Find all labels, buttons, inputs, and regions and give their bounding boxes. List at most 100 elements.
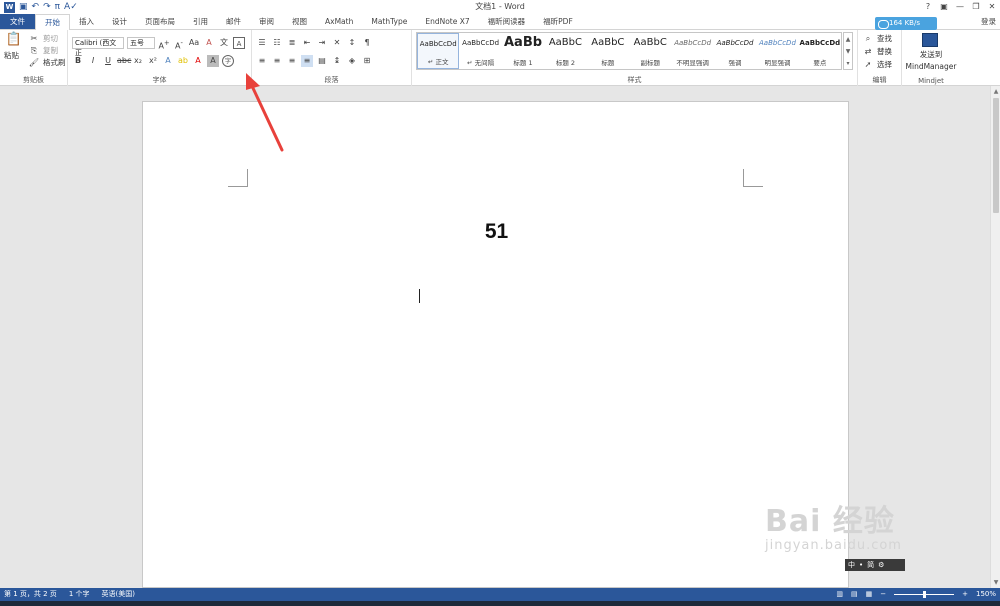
- undo-icon[interactable]: ↶: [32, 0, 40, 14]
- grow-font-icon[interactable]: A+: [158, 37, 170, 51]
- increase-indent-icon[interactable]: ⇥: [316, 37, 328, 49]
- page-count[interactable]: 第 1 页，共 2 页: [4, 588, 57, 601]
- zoom-slider-thumb[interactable]: [922, 591, 926, 598]
- view-zoom-controls: ▥ ▤ ▦ − + 150%: [836, 588, 996, 601]
- ime-settings-icon[interactable]: ⚙: [878, 559, 884, 571]
- tab-view[interactable]: 视图: [283, 14, 316, 29]
- send-to-mindmanager-button[interactable]: 发送到 MindManager: [902, 49, 960, 73]
- font-size-combo[interactable]: 五号: [127, 37, 155, 49]
- paragraph-group: ☰ ☷ ≣ ⇤ ⇥ ✕ ↕ ¶ ≡ ≡ ≡ ≡ ▤ ↨ ◈ ⊞ 段落: [252, 30, 412, 86]
- minimize-button[interactable]: —: [952, 0, 968, 14]
- char-border-icon[interactable]: A: [233, 37, 245, 49]
- distributed-icon[interactable]: ▤: [316, 55, 328, 67]
- bold-icon[interactable]: B: [72, 55, 84, 67]
- cut-icon: ✂: [30, 34, 38, 43]
- font-name-combo[interactable]: Calibri (西文正: [72, 37, 124, 57]
- numbering-icon[interactable]: ☷: [271, 37, 283, 49]
- zoom-level[interactable]: 150%: [976, 588, 996, 601]
- close-button[interactable]: ✕: [984, 0, 1000, 14]
- mindmanager-icon[interactable]: [922, 33, 938, 47]
- replace-button[interactable]: 替换: [877, 46, 892, 58]
- ime-mode[interactable]: 中: [848, 559, 855, 571]
- strikethrough-icon[interactable]: abc: [117, 55, 131, 67]
- tab-references[interactable]: 引用: [184, 14, 217, 29]
- phonetic-guide-icon[interactable]: 文: [218, 37, 230, 49]
- subscript-icon[interactable]: x₂: [132, 55, 144, 67]
- zoom-out-icon[interactable]: −: [880, 588, 886, 601]
- read-mode-icon[interactable]: ▥: [836, 588, 843, 601]
- align-left-icon[interactable]: ≡: [256, 55, 268, 67]
- tab-file[interactable]: 文件: [0, 14, 35, 29]
- tab-insert[interactable]: 插入: [70, 14, 103, 29]
- vertical-scrollbar[interactable]: ▲ ▼: [990, 86, 1000, 588]
- send-line-2: MindManager: [905, 62, 957, 71]
- restore-button[interactable]: ❐: [968, 0, 984, 14]
- help-button[interactable]: ?: [920, 0, 936, 14]
- highlight-icon[interactable]: ab: [177, 55, 189, 67]
- ime-toolbar[interactable]: 中 • 简 ⚙: [845, 559, 905, 571]
- web-layout-icon[interactable]: ▦: [866, 588, 873, 601]
- scroll-down-icon[interactable]: ▼: [991, 579, 1000, 586]
- find-icon: ⌕: [865, 34, 871, 43]
- cut-button[interactable]: 剪切: [43, 33, 58, 45]
- superscript-icon[interactable]: x²: [147, 55, 159, 67]
- change-case-icon[interactable]: Aa: [188, 37, 200, 49]
- paste-icon[interactable]: 📋: [6, 33, 22, 50]
- tab-mathtype[interactable]: MathType: [362, 14, 416, 29]
- tab-mailings[interactable]: 邮件: [217, 14, 250, 29]
- tab-axmath[interactable]: AxMath: [316, 14, 362, 29]
- save-icon[interactable]: ▣: [19, 0, 28, 14]
- shading-icon[interactable]: ◈: [346, 55, 358, 67]
- select-button[interactable]: 选择: [877, 59, 892, 71]
- text-effects-icon[interactable]: A: [162, 55, 174, 67]
- align-center-icon[interactable]: ≡: [271, 55, 283, 67]
- zoom-slider[interactable]: [894, 591, 955, 598]
- pi-icon[interactable]: π: [55, 0, 60, 14]
- paste-button[interactable]: 粘贴: [4, 50, 19, 62]
- ribbon-display-button[interactable]: ▣: [936, 0, 952, 14]
- clear-format-icon[interactable]: A: [203, 37, 215, 49]
- line-spacing-icon[interactable]: ↨: [331, 55, 343, 67]
- redo-icon[interactable]: ↷: [43, 0, 51, 14]
- word-count[interactable]: 1 个字: [69, 588, 90, 601]
- font-color-icon[interactable]: A: [192, 55, 204, 67]
- format-painter-icon: 🖌: [28, 58, 40, 67]
- tab-foxit-reader[interactable]: 福昕阅读器: [479, 14, 535, 29]
- scroll-up-icon[interactable]: ▲: [991, 88, 1000, 95]
- ime-punct[interactable]: •: [859, 559, 863, 571]
- sort-icon[interactable]: ↕: [346, 37, 358, 49]
- align-right-icon[interactable]: ≡: [286, 55, 298, 67]
- bullets-icon[interactable]: ☰: [256, 37, 268, 49]
- tab-foxit-pdf[interactable]: 福昕PDF: [534, 14, 582, 29]
- spelling-icon[interactable]: A✓: [64, 0, 78, 14]
- char-shading-icon[interactable]: A: [207, 55, 219, 67]
- sign-in-link[interactable]: 登录: [981, 14, 996, 30]
- show-marks-icon[interactable]: ¶: [361, 37, 373, 49]
- select-icon: ➚: [864, 60, 872, 69]
- ime-simplified[interactable]: 简: [867, 559, 874, 571]
- tab-design[interactable]: 设计: [103, 14, 136, 29]
- tab-endnote[interactable]: EndNote X7: [416, 14, 478, 29]
- document-page[interactable]: 51: [142, 101, 849, 588]
- chinese-layout-icon[interactable]: ✕: [331, 37, 343, 49]
- decrease-indent-icon[interactable]: ⇤: [301, 37, 313, 49]
- scroll-thumb[interactable]: [993, 98, 999, 213]
- tab-layout[interactable]: 页面布局: [136, 14, 184, 29]
- tab-review[interactable]: 审阅: [250, 14, 283, 29]
- print-layout-icon[interactable]: ▤: [851, 588, 858, 601]
- title-bar: W ▣ ↶ ↷ π A✓ 文档1 - Word ? ▣ — ❐ ✕: [0, 0, 1000, 14]
- enclose-char-icon[interactable]: 字: [222, 55, 234, 67]
- copy-button[interactable]: 复制: [43, 45, 58, 57]
- underline-icon[interactable]: U: [102, 55, 114, 67]
- language[interactable]: 英语(美国): [102, 588, 135, 601]
- zoom-in-icon[interactable]: +: [962, 588, 968, 601]
- multilevel-list-icon[interactable]: ≣: [286, 37, 298, 49]
- find-button[interactable]: 查找: [877, 33, 892, 45]
- document-text[interactable]: 51: [143, 220, 850, 244]
- borders-icon[interactable]: ⊞: [361, 55, 373, 67]
- justify-icon[interactable]: ≡: [301, 55, 313, 67]
- tab-home[interactable]: 开始: [35, 14, 70, 31]
- format-painter-button[interactable]: 格式刷: [43, 57, 66, 69]
- shrink-font-icon[interactable]: A-: [173, 37, 185, 51]
- italic-icon[interactable]: I: [87, 55, 99, 67]
